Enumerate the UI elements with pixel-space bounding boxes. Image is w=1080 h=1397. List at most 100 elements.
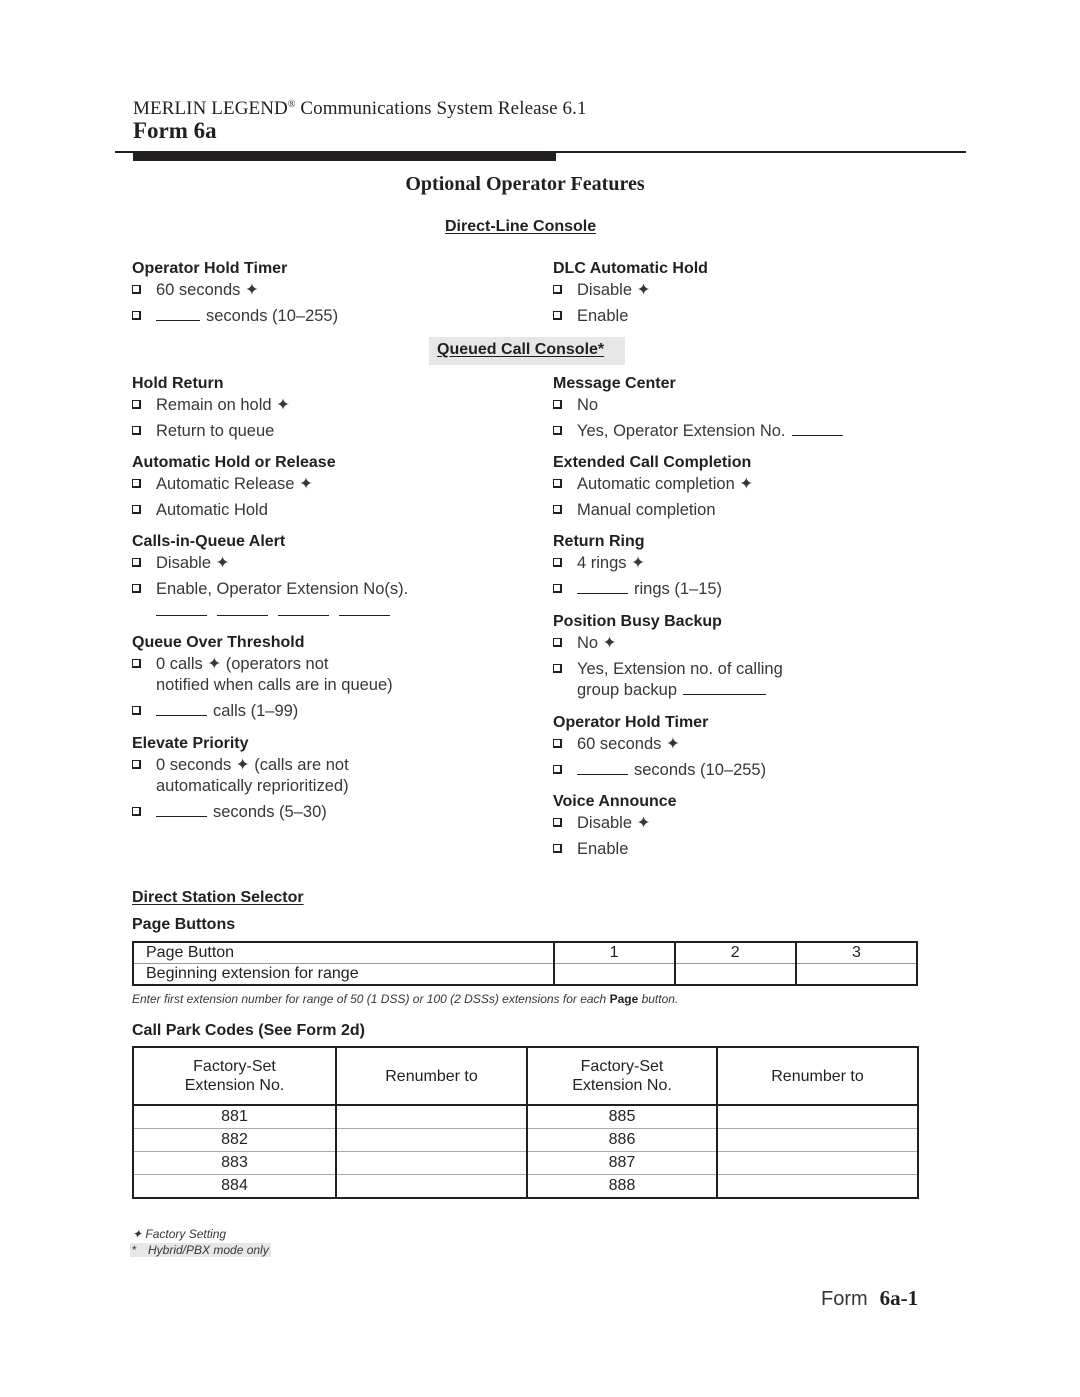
renumber-cell[interactable] [335, 1174, 528, 1199]
renumber-cell[interactable] [716, 1174, 919, 1199]
checkbox[interactable] [553, 426, 562, 435]
blank-entry-field[interactable] [577, 579, 628, 594]
checkbox[interactable] [132, 400, 141, 409]
option-remain-on-hold[interactable]: Remain on hold ✦ [132, 395, 532, 416]
option-0-calls[interactable]: 0 calls ✦ (operators not notified when ca… [132, 654, 532, 696]
option-60-seconds[interactable]: 60 seconds ✦ [553, 734, 953, 755]
checkbox[interactable] [132, 706, 141, 715]
option-automatic-release[interactable]: Automatic Release ✦ [132, 474, 532, 495]
checkbox[interactable] [132, 558, 141, 567]
extension-entry-cell[interactable] [794, 963, 919, 986]
page-title: Optional Operator Features [405, 173, 645, 195]
blank-entry-field[interactable] [156, 701, 207, 716]
renumber-cell[interactable] [335, 1104, 528, 1129]
checkbox[interactable] [553, 739, 562, 748]
page-footer: Form 6a-1 [821, 1286, 918, 1311]
checkbox[interactable] [132, 479, 141, 488]
column-header-renumber: Renumber to [716, 1046, 919, 1106]
table-row: 883 887 [132, 1151, 919, 1175]
row-header: Beginning extension for range [132, 963, 555, 986]
option-custom-seconds[interactable]: seconds (5–30) [132, 802, 532, 823]
renumber-cell[interactable] [716, 1128, 919, 1152]
option-custom-seconds[interactable]: seconds (10–255) [553, 760, 953, 781]
option-disable[interactable]: Disable ✦ [553, 813, 953, 834]
checkbox[interactable] [132, 760, 141, 769]
option-automatic-completion[interactable]: Automatic completion ✦ [553, 474, 953, 495]
option-0-seconds[interactable]: 0 seconds ✦ (calls are not automatically … [132, 755, 532, 797]
checkbox[interactable] [553, 285, 562, 294]
blank-entry-field[interactable] [156, 802, 207, 817]
checkbox[interactable] [132, 584, 141, 593]
option-custom-rings[interactable]: rings (1–15) [553, 579, 953, 600]
page-number: 6a-1 [879, 1286, 919, 1310]
extension-entry-cell[interactable] [673, 963, 797, 986]
checkbox[interactable] [553, 844, 562, 853]
field-position-busy-backup: Position Busy Backup No ✦ Yes, Extension… [553, 612, 953, 706]
field-message-center: Message Center No Yes, Operator Extensio… [553, 374, 953, 447]
field-label: Hold Return [132, 375, 224, 392]
option-60-seconds[interactable]: 60 seconds ✦ [132, 280, 532, 301]
checkbox[interactable] [132, 311, 141, 320]
row-header: Page Button [132, 941, 555, 964]
option-custom-calls[interactable]: calls (1–99) [132, 701, 532, 722]
checkbox[interactable] [132, 505, 141, 514]
blank-entry-field[interactable] [577, 760, 628, 775]
option-yes-operator-extension[interactable]: Yes, Operator Extension No. [553, 421, 953, 442]
option-no[interactable]: No [553, 395, 953, 416]
option-disable[interactable]: Disable ✦ [553, 280, 953, 301]
option-manual-completion[interactable]: Manual completion [553, 500, 953, 521]
field-label: DLC Automatic Hold [553, 260, 708, 277]
checkbox[interactable] [553, 765, 562, 774]
checkbox[interactable] [553, 638, 562, 647]
option-disable[interactable]: Disable ✦ [132, 553, 532, 574]
option-enable-operator-extensions[interactable]: Enable, Operator Extension No(s). [132, 579, 532, 600]
blank-entry-field[interactable] [278, 609, 329, 616]
renumber-cell[interactable] [716, 1104, 919, 1129]
field-label: Return Ring [553, 533, 645, 550]
checkbox[interactable] [553, 558, 562, 567]
blank-entry-field[interactable] [156, 609, 207, 616]
checkbox[interactable] [553, 400, 562, 409]
field-dlc-automatic-hold: DLC Automatic Hold Disable ✦ Enable [553, 259, 953, 332]
checkbox[interactable] [132, 807, 141, 816]
option-no[interactable]: No ✦ [553, 633, 953, 654]
checkbox[interactable] [553, 818, 562, 827]
page-button-number: 1 [552, 941, 676, 964]
field-voice-announce: Voice Announce Disable ✦ Enable [553, 792, 953, 865]
checkbox[interactable] [132, 285, 141, 294]
field-label: Position Busy Backup [553, 613, 722, 630]
checkbox[interactable] [553, 479, 562, 488]
factory-extension: 881 [132, 1104, 337, 1129]
option-custom-seconds[interactable]: seconds (10–255) [132, 306, 532, 327]
checkbox[interactable] [553, 311, 562, 320]
checkbox[interactable] [553, 584, 562, 593]
field-label: Operator Hold Timer [132, 260, 288, 277]
blank-entry-field[interactable] [217, 609, 268, 616]
table-row: 882 886 [132, 1128, 919, 1152]
checkbox[interactable] [132, 426, 141, 435]
renumber-cell[interactable] [335, 1151, 528, 1175]
field-label: Message Center [553, 375, 676, 392]
table-row: Beginning extension for range [132, 963, 919, 986]
blank-entry-field[interactable] [339, 609, 390, 616]
blank-entry-field[interactable] [156, 306, 200, 321]
checkbox[interactable] [132, 659, 141, 668]
option-yes-extension[interactable]: Yes, Extension no. of calling group backu… [553, 659, 953, 701]
option-enable[interactable]: Enable [553, 306, 953, 327]
extension-entry-cell[interactable] [552, 963, 676, 986]
option-return-to-queue[interactable]: Return to queue [132, 421, 532, 442]
blank-entry-field[interactable] [683, 680, 766, 695]
option-enable[interactable]: Enable [553, 839, 953, 860]
field-label: Elevate Priority [132, 735, 249, 752]
blank-entry-field[interactable] [791, 421, 843, 436]
page-buttons-title: Page Buttons [132, 916, 236, 933]
renumber-cell[interactable] [335, 1128, 528, 1152]
option-automatic-hold[interactable]: Automatic Hold [132, 500, 532, 521]
renumber-cell[interactable] [716, 1151, 919, 1175]
checkbox[interactable] [553, 505, 562, 514]
option-4-rings[interactable]: 4 rings ✦ [553, 553, 953, 574]
table-row: 884 888 [132, 1174, 919, 1199]
checkbox[interactable] [553, 664, 562, 673]
extension-blanks [132, 603, 532, 619]
registered-mark: ® [287, 99, 296, 110]
